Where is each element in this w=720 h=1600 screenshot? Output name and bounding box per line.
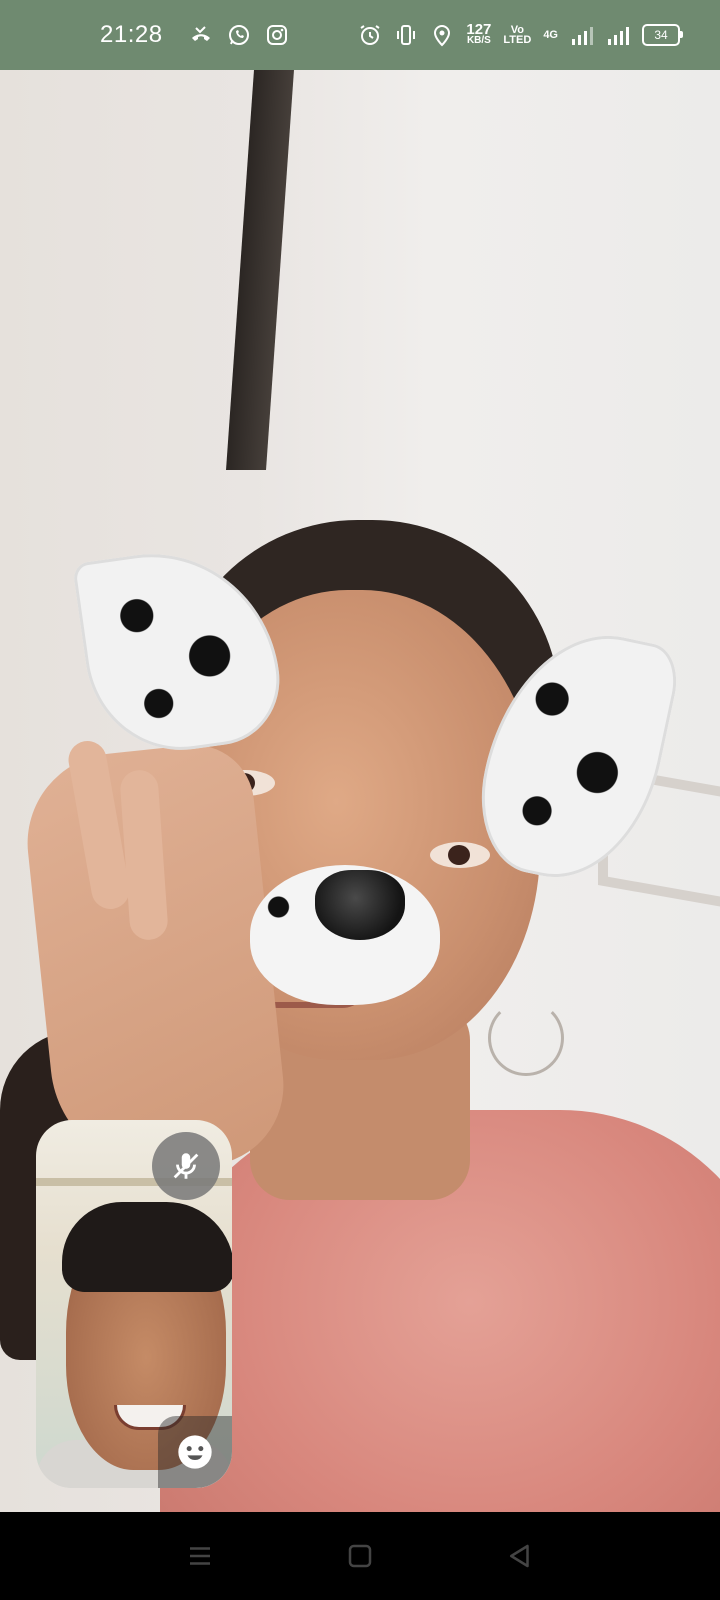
background-door-frame <box>226 70 294 470</box>
earring-shape <box>488 1000 564 1076</box>
mute-icon <box>173 1153 199 1179</box>
self-camera-preview[interactable] <box>36 1120 232 1488</box>
signal-icon-sim1 <box>572 27 593 45</box>
smiley-icon <box>178 1435 212 1469</box>
volte-indicator: Vo LTED <box>503 24 532 46</box>
location-icon <box>434 25 451 47</box>
instagram-icon <box>266 25 287 45</box>
recent-apps-button[interactable] <box>180 1536 220 1576</box>
network-type: 4G <box>543 29 558 41</box>
alarm-icon <box>360 25 380 45</box>
navigation-bar <box>0 1512 720 1600</box>
home-icon <box>348 1544 372 1568</box>
hair-shape <box>62 1202 232 1292</box>
network-speed: 127 KB/S <box>466 21 492 46</box>
home-button[interactable] <box>340 1536 380 1576</box>
battery-icon: 34 <box>642 24 683 46</box>
back-icon <box>510 1544 529 1568</box>
back-button[interactable] <box>500 1536 540 1576</box>
battery-level: 34 <box>654 28 668 42</box>
eye-shape <box>430 842 490 868</box>
missed-call-icon <box>191 26 210 41</box>
vibrate-icon <box>397 25 416 45</box>
dog-filter-nose <box>315 870 405 940</box>
clock: 21:28 <box>100 21 163 48</box>
whatsapp-icon <box>228 25 249 45</box>
mute-button[interactable] <box>152 1132 220 1200</box>
signal-icon-sim2 <box>608 27 629 45</box>
menu-icon <box>190 1547 210 1565</box>
status-bar: 21:28 127 KB/S Vo LTED 4G 34 <box>0 0 720 70</box>
effects-button[interactable] <box>158 1416 232 1488</box>
